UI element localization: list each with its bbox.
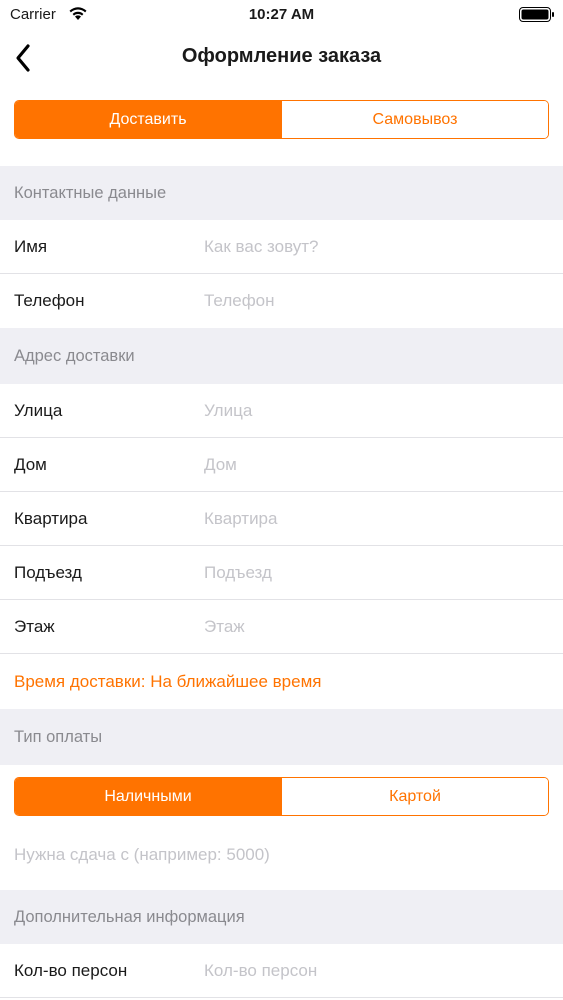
- delivery-time-link[interactable]: Время доставки: На ближайшее время: [0, 655, 563, 709]
- payment-type-segmented-control: Наличными Картой: [14, 777, 549, 816]
- apartment-field[interactable]: [204, 509, 544, 529]
- floor-label: Этаж: [14, 617, 55, 636]
- house-field[interactable]: [204, 455, 544, 475]
- section-header-contact: Контактные данные: [0, 166, 563, 220]
- segment-card[interactable]: Картой: [281, 778, 548, 815]
- section-header-payment: Тип оплаты: [0, 709, 563, 765]
- battery-icon: [519, 7, 554, 22]
- house-label: Дом: [14, 455, 47, 474]
- phone-field[interactable]: [204, 291, 544, 311]
- nav-bar: Оформление заказа: [0, 30, 563, 86]
- floor-row: Этаж: [0, 600, 563, 654]
- apartment-label: Квартира: [14, 509, 88, 528]
- house-row: Дом: [0, 438, 563, 492]
- persons-field[interactable]: [204, 961, 544, 981]
- phone-label: Телефон: [14, 291, 85, 310]
- entrance-label: Подъезд: [14, 563, 82, 582]
- name-label: Имя: [14, 237, 48, 256]
- phone-row: Телефон: [0, 274, 563, 328]
- apartment-row: Квартира: [0, 492, 563, 546]
- delivery-mode-segmented-control: Доставить Самовывоз: [14, 100, 549, 139]
- street-field[interactable]: [204, 401, 544, 421]
- status-time: 10:27 AM: [248, 6, 315, 23]
- change-amount-field[interactable]: [14, 845, 549, 865]
- section-header-address: Адрес доставки: [0, 328, 563, 384]
- name-row: Имя: [0, 220, 563, 274]
- segment-deliver[interactable]: Доставить: [15, 101, 281, 138]
- status-bar: Carrier 10:27 AM: [0, 0, 563, 30]
- segment-pickup[interactable]: Самовывоз: [281, 101, 548, 138]
- floor-field[interactable]: [204, 617, 544, 637]
- entrance-row: Подъезд: [0, 546, 563, 600]
- persons-row: Кол-во персон: [0, 944, 563, 998]
- page-title: Оформление заказа: [181, 45, 382, 67]
- section-header-extra: Дополнительная информация: [0, 890, 563, 944]
- segment-cash[interactable]: Наличными: [15, 778, 281, 815]
- persons-label: Кол-во персон: [14, 961, 128, 980]
- entrance-field[interactable]: [204, 563, 544, 583]
- street-row: Улица: [0, 384, 563, 438]
- street-label: Улица: [14, 401, 63, 420]
- name-field[interactable]: [204, 237, 544, 257]
